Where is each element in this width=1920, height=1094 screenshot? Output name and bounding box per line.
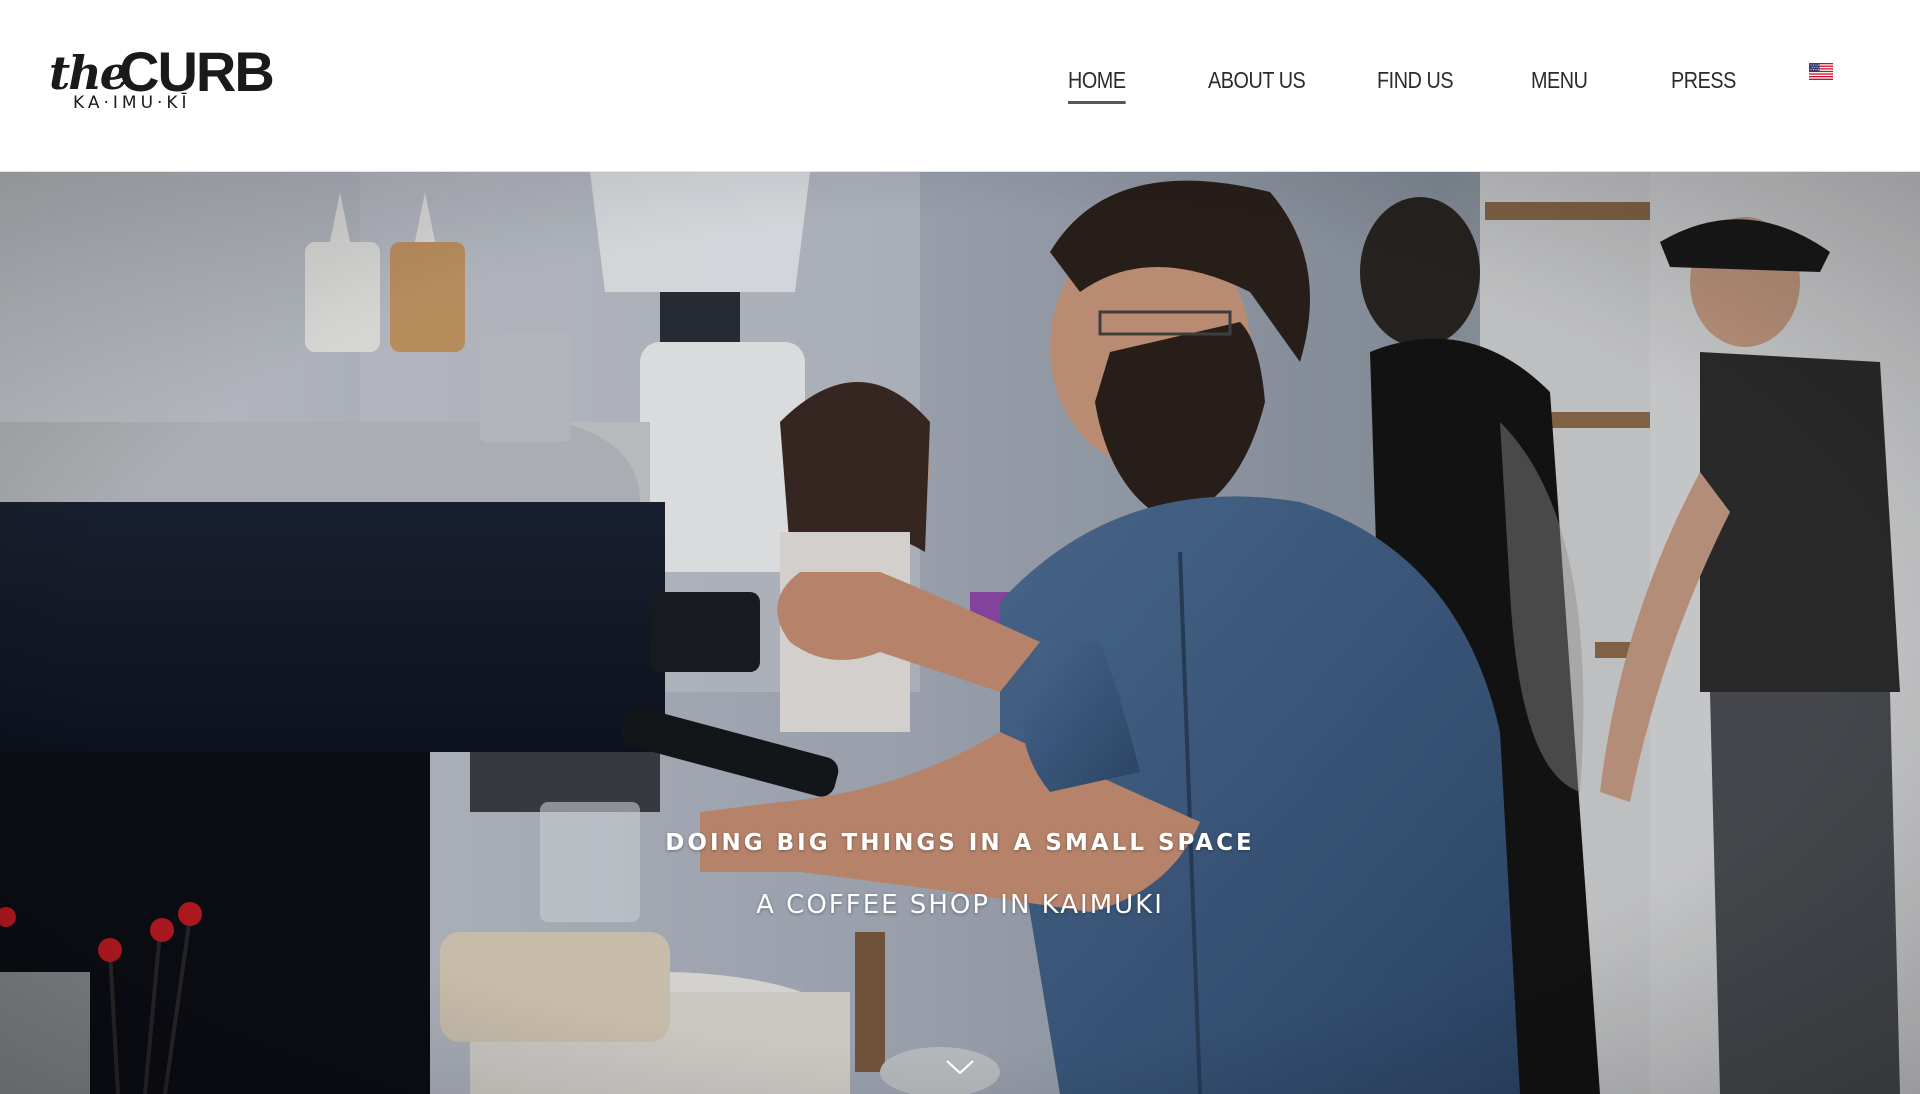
hero-barista-photo bbox=[0, 172, 1920, 1094]
nav-about-us[interactable]: ABOUT US bbox=[1208, 60, 1306, 100]
nav-press[interactable]: PRESS bbox=[1671, 60, 1736, 100]
chevron-down-icon[interactable] bbox=[945, 1058, 975, 1076]
us-flag-icon[interactable] bbox=[1809, 63, 1833, 80]
main-nav: HOME ABOUT US FIND US MENU PRESS bbox=[0, 60, 1920, 104]
nav-menu[interactable]: MENU bbox=[1531, 60, 1588, 100]
hero-subtitle: A COFFEE SHOP IN KAIMUKI bbox=[756, 890, 1164, 920]
nav-find-us[interactable]: FIND US bbox=[1377, 60, 1454, 100]
hero-tagline: DOING BIG THINGS IN A SMALL SPACE bbox=[665, 830, 1255, 856]
site-header: the CURB KA·IMU·KĪ HOME ABOUT US FIND US… bbox=[0, 0, 1920, 172]
hero-section: DOING BIG THINGS IN A SMALL SPACE A COFF… bbox=[0, 172, 1920, 1094]
nav-home[interactable]: HOME bbox=[1068, 60, 1126, 104]
